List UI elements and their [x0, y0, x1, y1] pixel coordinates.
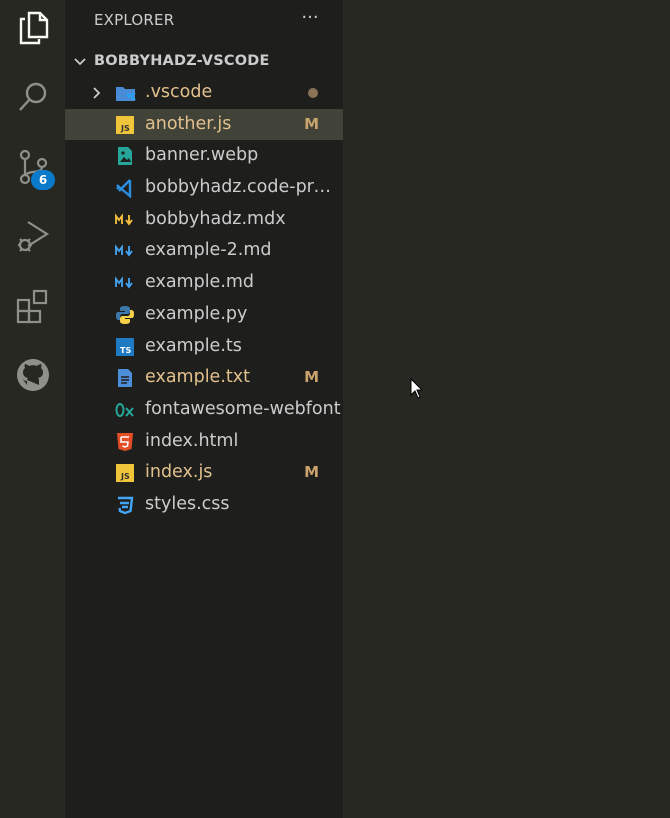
files-icon[interactable]	[0, 2, 65, 54]
workspace-section-header[interactable]: BOBBYHADZ-VSCODE	[65, 46, 343, 76]
editor-area[interactable]	[343, 0, 670, 818]
file-name: fontawesome-webfont	[145, 399, 341, 419]
explorer-title: EXPLORER	[94, 11, 174, 29]
file-name: example.ts	[145, 336, 242, 356]
tree-item-example-py[interactable]: example.py	[65, 299, 343, 331]
github-icon[interactable]	[0, 349, 65, 401]
markdown-file-icon	[115, 273, 135, 293]
file-name: another.js	[145, 114, 231, 134]
file-name: index.html	[145, 431, 238, 451]
markdown-file-icon	[115, 241, 135, 261]
chevron-right-icon	[90, 85, 104, 104]
source-control-badge: 6	[31, 170, 55, 190]
file-name: banner.webp	[145, 145, 258, 165]
workspace-title: BOBBYHADZ-VSCODE	[94, 53, 270, 69]
vscode-file-icon	[115, 178, 135, 198]
tree-item-code-profile[interactable]: bobbyhadz.code-profile	[65, 172, 343, 204]
python-file-icon	[115, 305, 135, 325]
file-name: example.txt	[145, 367, 250, 387]
tree-item-another-js[interactable]: JS another.js M	[65, 109, 343, 141]
tree-item-example-txt[interactable]: example.txt M	[65, 362, 343, 394]
git-status-badge: M	[304, 115, 319, 133]
file-name: styles.css	[145, 494, 230, 514]
javascript-file-icon: JS	[115, 115, 135, 135]
tree-item-example-md[interactable]: example.md	[65, 267, 343, 299]
git-status-badge: M	[304, 368, 319, 386]
chevron-down-icon	[73, 54, 87, 73]
font-file-icon	[115, 400, 135, 420]
more-actions-icon[interactable]: ···	[299, 8, 321, 30]
explorer-sidebar: EXPLORER ··· BOBBYHADZ-VSCODE .vscode	[65, 0, 343, 818]
html-file-icon	[115, 432, 135, 452]
search-icon[interactable]	[0, 71, 65, 123]
run-debug-icon[interactable]	[0, 210, 65, 262]
text-file-icon	[115, 368, 135, 388]
tree-item-index-html[interactable]: index.html	[65, 426, 343, 458]
tree-item-fontawesome-webfont[interactable]: fontawesome-webfont	[65, 394, 343, 426]
tree-item-bobbyhadz-mdx[interactable]: bobbyhadz.mdx	[65, 204, 343, 236]
typescript-file-icon: TS	[115, 337, 135, 357]
tree-item-example-ts[interactable]: TS example.ts	[65, 331, 343, 363]
file-name: bobbyhadz.mdx	[145, 209, 286, 229]
file-name: example.py	[145, 304, 247, 324]
tree-item-styles-css[interactable]: styles.css	[65, 489, 343, 521]
file-tree: .vscode JS another.js M banner.webp bobb…	[65, 77, 343, 521]
tree-item-vscode-folder[interactable]: .vscode	[65, 77, 343, 109]
extensions-icon[interactable]	[0, 280, 65, 332]
file-name: index.js	[145, 462, 212, 482]
css-file-icon	[115, 495, 135, 515]
file-name: example-2.md	[145, 240, 272, 260]
modified-dot-indicator	[308, 88, 318, 98]
vscode-folder-icon	[115, 83, 135, 103]
tree-item-index-js[interactable]: JS index.js M	[65, 457, 343, 489]
file-name: .vscode	[145, 82, 212, 102]
image-file-icon	[115, 146, 135, 166]
svg-text:JS: JS	[120, 472, 130, 481]
mdx-file-icon	[115, 210, 135, 230]
activity-bar: 6	[0, 0, 65, 818]
javascript-file-icon: JS	[115, 463, 135, 483]
tree-item-banner-webp[interactable]: banner.webp	[65, 140, 343, 172]
tree-item-example-2-md[interactable]: example-2.md	[65, 235, 343, 267]
file-name: example.md	[145, 272, 254, 292]
svg-text:TS: TS	[120, 346, 131, 355]
file-name: bobbyhadz.code-profile	[145, 177, 341, 197]
git-status-badge: M	[304, 463, 319, 481]
sidebar-header: EXPLORER ···	[65, 0, 343, 40]
svg-text:JS: JS	[120, 124, 130, 133]
mouse-cursor-icon	[410, 378, 424, 404]
